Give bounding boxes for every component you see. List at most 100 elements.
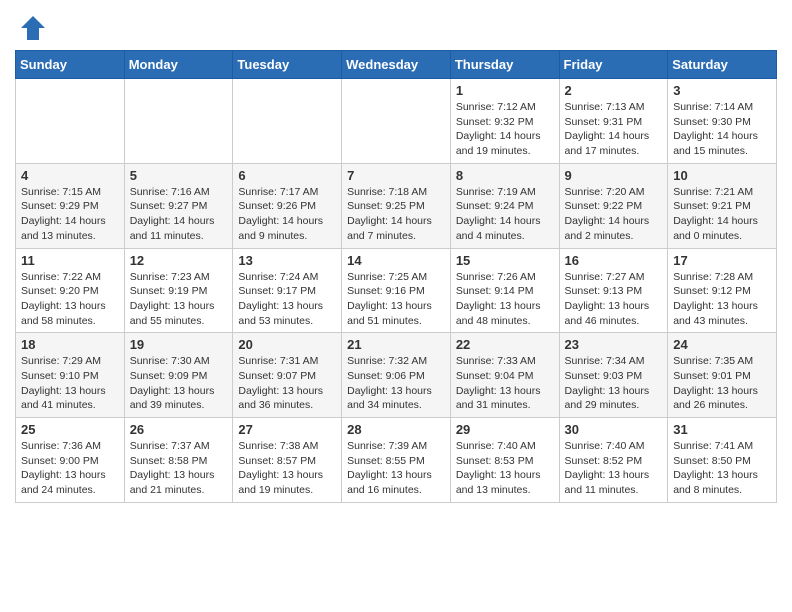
- day-info: Sunrise: 7:19 AM Sunset: 9:24 PM Dayligh…: [456, 185, 554, 244]
- day-number: 2: [565, 83, 663, 98]
- weekday-header: Friday: [559, 51, 668, 79]
- weekday-header: Thursday: [450, 51, 559, 79]
- day-number: 30: [565, 422, 663, 437]
- logo: [15, 14, 47, 42]
- day-info: Sunrise: 7:16 AM Sunset: 9:27 PM Dayligh…: [130, 185, 228, 244]
- calendar-cell: 24Sunrise: 7:35 AM Sunset: 9:01 PM Dayli…: [668, 333, 777, 418]
- weekday-header: Sunday: [16, 51, 125, 79]
- day-number: 23: [565, 337, 663, 352]
- day-info: Sunrise: 7:14 AM Sunset: 9:30 PM Dayligh…: [673, 100, 771, 159]
- day-number: 6: [238, 168, 336, 183]
- day-info: Sunrise: 7:38 AM Sunset: 8:57 PM Dayligh…: [238, 439, 336, 498]
- calendar-cell: 15 Sunrise: 7:26 AM Sunset: 9:14 PM Dayli…: [450, 248, 559, 333]
- weekday-header: Monday: [124, 51, 233, 79]
- calendar-cell: 8 Sunrise: 7:19 AM Sunset: 9:24 PM Daylig…: [450, 163, 559, 248]
- day-number: 29: [456, 422, 554, 437]
- calendar-cell: [16, 79, 125, 164]
- day-number: 3: [673, 83, 771, 98]
- calendar-cell: 25Sunrise: 7:36 AM Sunset: 9:00 PM Dayli…: [16, 418, 125, 503]
- calendar-cell: 23Sunrise: 7:34 AM Sunset: 9:03 PM Dayli…: [559, 333, 668, 418]
- day-info: Sunrise: 7:23 AM Sunset: 9:19 PM Dayligh…: [130, 270, 228, 329]
- day-info: Sunrise: 7:17 AM Sunset: 9:26 PM Dayligh…: [238, 185, 336, 244]
- calendar-cell: 29 Sunrise: 7:40 AM Sunset: 8:53 PM Dayli…: [450, 418, 559, 503]
- day-number: 7: [347, 168, 445, 183]
- calendar-cell: 14 Sunrise: 7:25 AM Sunset: 9:16 PM Dayli…: [342, 248, 451, 333]
- calendar-cell: 2 Sunrise: 7:13 AM Sunset: 9:31 PM Daylig…: [559, 79, 668, 164]
- day-number: 25: [21, 422, 119, 437]
- day-info: Sunrise: 7:29 AM Sunset: 9:10 PM Dayligh…: [21, 354, 119, 413]
- day-info: Sunrise: 7:32 AM Sunset: 9:06 PM Dayligh…: [347, 354, 445, 413]
- day-number: 10: [673, 168, 771, 183]
- calendar-cell: [233, 79, 342, 164]
- calendar-week-row: 4 Sunrise: 7:15 AM Sunset: 9:29 PM Daylig…: [16, 163, 777, 248]
- day-info: Sunrise: 7:15 AM Sunset: 9:29 PM Dayligh…: [21, 185, 119, 244]
- day-info: Sunrise: 7:30 AM Sunset: 9:09 PM Dayligh…: [130, 354, 228, 413]
- day-info: Sunrise: 7:24 AM Sunset: 9:17 PM Dayligh…: [238, 270, 336, 329]
- day-number: 1: [456, 83, 554, 98]
- day-number: 5: [130, 168, 228, 183]
- day-number: 9: [565, 168, 663, 183]
- day-number: 8: [456, 168, 554, 183]
- day-number: 22: [456, 337, 554, 352]
- day-info: Sunrise: 7:39 AM Sunset: 8:55 PM Dayligh…: [347, 439, 445, 498]
- calendar-week-row: 18Sunrise: 7:29 AM Sunset: 9:10 PM Dayli…: [16, 333, 777, 418]
- day-info: Sunrise: 7:12 AM Sunset: 9:32 PM Dayligh…: [456, 100, 554, 159]
- logo-icon: [19, 14, 47, 42]
- calendar-cell: 18Sunrise: 7:29 AM Sunset: 9:10 PM Dayli…: [16, 333, 125, 418]
- day-number: 19: [130, 337, 228, 352]
- calendar-cell: 28 Sunrise: 7:39 AM Sunset: 8:55 PM Dayli…: [342, 418, 451, 503]
- calendar-cell: [342, 79, 451, 164]
- calendar-week-row: 11Sunrise: 7:22 AM Sunset: 9:20 PM Dayli…: [16, 248, 777, 333]
- day-number: 21: [347, 337, 445, 352]
- day-info: Sunrise: 7:27 AM Sunset: 9:13 PM Dayligh…: [565, 270, 663, 329]
- calendar-cell: 6 Sunrise: 7:17 AM Sunset: 9:26 PM Daylig…: [233, 163, 342, 248]
- day-info: Sunrise: 7:37 AM Sunset: 8:58 PM Dayligh…: [130, 439, 228, 498]
- calendar-cell: 9Sunrise: 7:20 AM Sunset: 9:22 PM Daylig…: [559, 163, 668, 248]
- weekday-header: Tuesday: [233, 51, 342, 79]
- day-number: 17: [673, 253, 771, 268]
- day-number: 31: [673, 422, 771, 437]
- day-info: Sunrise: 7:40 AM Sunset: 8:53 PM Dayligh…: [456, 439, 554, 498]
- day-info: Sunrise: 7:18 AM Sunset: 9:25 PM Dayligh…: [347, 185, 445, 244]
- day-info: Sunrise: 7:40 AM Sunset: 8:52 PM Dayligh…: [565, 439, 663, 498]
- day-number: 26: [130, 422, 228, 437]
- day-number: 27: [238, 422, 336, 437]
- day-info: Sunrise: 7:28 AM Sunset: 9:12 PM Dayligh…: [673, 270, 771, 329]
- day-number: 28: [347, 422, 445, 437]
- header: [15, 10, 777, 42]
- day-number: 14: [347, 253, 445, 268]
- calendar-cell: 12 Sunrise: 7:23 AM Sunset: 9:19 PM Dayli…: [124, 248, 233, 333]
- calendar-week-row: 1 Sunrise: 7:12 AM Sunset: 9:32 PM Daylig…: [16, 79, 777, 164]
- day-info: Sunrise: 7:33 AM Sunset: 9:04 PM Dayligh…: [456, 354, 554, 413]
- day-number: 20: [238, 337, 336, 352]
- day-info: Sunrise: 7:31 AM Sunset: 9:07 PM Dayligh…: [238, 354, 336, 413]
- calendar-table: SundayMondayTuesdayWednesdayThursdayFrid…: [15, 50, 777, 503]
- day-number: 16: [565, 253, 663, 268]
- day-number: 15: [456, 253, 554, 268]
- weekday-header: Saturday: [668, 51, 777, 79]
- calendar-cell: 31 Sunrise: 7:41 AM Sunset: 8:50 PM Dayli…: [668, 418, 777, 503]
- calendar-cell: 7 Sunrise: 7:18 AM Sunset: 9:25 PM Daylig…: [342, 163, 451, 248]
- day-number: 13: [238, 253, 336, 268]
- day-info: Sunrise: 7:26 AM Sunset: 9:14 PM Dayligh…: [456, 270, 554, 329]
- calendar-cell: 13 Sunrise: 7:24 AM Sunset: 9:17 PM Dayli…: [233, 248, 342, 333]
- calendar-cell: 19 Sunrise: 7:30 AM Sunset: 9:09 PM Dayli…: [124, 333, 233, 418]
- weekday-header: Wednesday: [342, 51, 451, 79]
- calendar-week-row: 25Sunrise: 7:36 AM Sunset: 9:00 PM Dayli…: [16, 418, 777, 503]
- calendar-cell: 4 Sunrise: 7:15 AM Sunset: 9:29 PM Daylig…: [16, 163, 125, 248]
- calendar-cell: 22 Sunrise: 7:33 AM Sunset: 9:04 PM Dayli…: [450, 333, 559, 418]
- calendar-cell: 16 Sunrise: 7:27 AM Sunset: 9:13 PM Dayli…: [559, 248, 668, 333]
- day-info: Sunrise: 7:41 AM Sunset: 8:50 PM Dayligh…: [673, 439, 771, 498]
- calendar-cell: 30 Sunrise: 7:40 AM Sunset: 8:52 PM Dayli…: [559, 418, 668, 503]
- day-info: Sunrise: 7:35 AM Sunset: 9:01 PM Dayligh…: [673, 354, 771, 413]
- calendar-cell: 20 Sunrise: 7:31 AM Sunset: 9:07 PM Dayli…: [233, 333, 342, 418]
- day-number: 4: [21, 168, 119, 183]
- weekday-header-row: SundayMondayTuesdayWednesdayThursdayFrid…: [16, 51, 777, 79]
- day-info: Sunrise: 7:21 AM Sunset: 9:21 PM Dayligh…: [673, 185, 771, 244]
- day-info: Sunrise: 7:25 AM Sunset: 9:16 PM Dayligh…: [347, 270, 445, 329]
- day-info: Sunrise: 7:13 AM Sunset: 9:31 PM Dayligh…: [565, 100, 663, 159]
- calendar-cell: 17 Sunrise: 7:28 AM Sunset: 9:12 PM Dayli…: [668, 248, 777, 333]
- day-info: Sunrise: 7:22 AM Sunset: 9:20 PM Dayligh…: [21, 270, 119, 329]
- day-number: 12: [130, 253, 228, 268]
- calendar-cell: [124, 79, 233, 164]
